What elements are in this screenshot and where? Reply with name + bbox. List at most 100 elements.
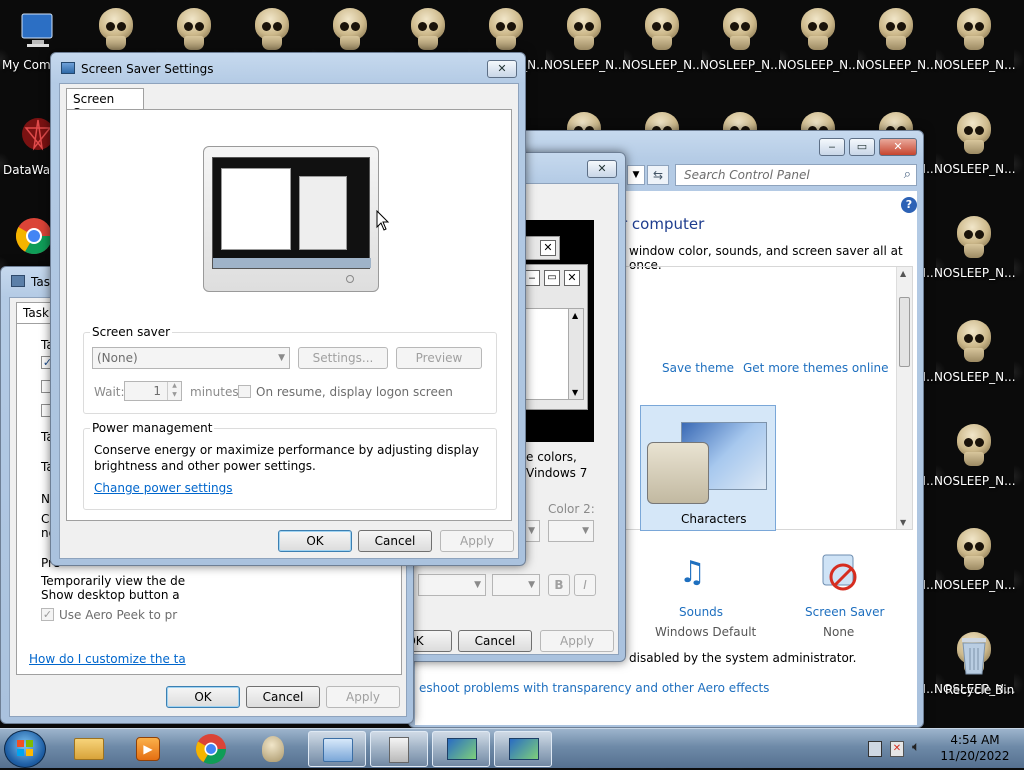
help-icon[interactable]: ? — [901, 197, 917, 213]
desktop-icon-label: NOSLEEP_N... — [934, 266, 1016, 280]
skull-icon — [954, 528, 994, 574]
more-themes-link[interactable]: Get more themes online — [743, 361, 889, 375]
font-color-dropdown[interactable]: ▼ — [492, 574, 540, 596]
close-icon: ✕ — [540, 240, 556, 256]
skull-icon — [954, 424, 994, 470]
screen-saver-dropdown[interactable]: (None) ▼ — [92, 347, 290, 369]
bold-button[interactable]: B — [548, 574, 570, 596]
apply-button[interactable]: Apply — [540, 630, 614, 652]
minimize-button[interactable]: ‒ — [819, 138, 845, 156]
screen-saver-group: Screen saver (None) ▼ Settings... Preview… — [83, 325, 497, 414]
address-dropdown[interactable]: ▼ — [627, 165, 645, 185]
screen-saver-icon — [819, 551, 863, 595]
datawag-icon[interactable] — [14, 114, 54, 158]
close-icon: ✕ — [564, 270, 580, 286]
disabled-notice: disabled by the system administrator. — [629, 651, 857, 665]
mouse-cursor — [376, 209, 390, 232]
sounds-link[interactable]: Sounds — [679, 605, 723, 619]
maximize-icon: ▭ — [544, 270, 560, 286]
media-player-icon: ▶ — [136, 737, 160, 761]
maximize-button[interactable]: ▭ — [849, 138, 875, 156]
screen-saver-settings-window: Screen Saver Settings ✕ Screen Saver Scr… — [50, 52, 526, 566]
change-power-settings-link[interactable]: Change power settings — [94, 481, 233, 495]
chrome-icon — [15, 218, 53, 255]
skull-icon — [954, 216, 994, 262]
cancel-button[interactable]: Cancel — [358, 530, 432, 552]
aero-peek-label: Use Aero Peek to pr — [59, 608, 178, 622]
tab-screen-saver[interactable]: Screen Saver — [66, 88, 144, 120]
chrome-desktop-icon[interactable] — [14, 216, 54, 256]
group-label: Screen saver — [90, 325, 173, 339]
ok-button[interactable]: OK — [278, 530, 352, 552]
cp-heading: r computer — [621, 215, 705, 233]
skull-icon — [174, 8, 214, 54]
skull-icon — [408, 8, 448, 54]
desktop-icon-label: NOSLEEP_N... — [856, 58, 938, 72]
wait-label: Wait: — [94, 385, 125, 399]
preview-scrollbar: ▲ ▼ — [568, 308, 584, 400]
taskbar-control-panel[interactable] — [308, 731, 366, 767]
taskbar-chrome[interactable] — [182, 731, 240, 767]
screen-saver-link[interactable]: Screen Saver — [805, 605, 884, 619]
spin-up-button[interactable]: ▲ — [167, 382, 181, 391]
color-desc-text: Vindows 7 — [526, 466, 588, 480]
theme-item-characters[interactable]: Characters — [640, 405, 776, 531]
taskbar-display-settings[interactable] — [432, 731, 490, 767]
desktop-icon-label: NOSLEEP_N... — [934, 58, 1016, 72]
close-button[interactable]: ✕ — [587, 160, 617, 178]
close-button[interactable]: ✕ — [487, 60, 517, 78]
desktop-icon-label: NOSLEEP_N... — [544, 58, 626, 72]
taskbar-explorer[interactable] — [60, 731, 118, 767]
preview-button[interactable]: Preview — [396, 347, 482, 369]
network-icon[interactable] — [868, 741, 882, 757]
screen-saver-value: None — [823, 625, 855, 639]
start-button[interactable] — [4, 730, 46, 768]
power-management-group: Power management Conserve energy or maxi… — [83, 421, 497, 510]
resume-checkbox[interactable] — [238, 385, 251, 398]
checkbox-checked[interactable]: ✓ — [41, 608, 54, 621]
window-app-icon — [11, 275, 25, 287]
spin-down-button[interactable]: ▼ — [167, 391, 181, 400]
monitor-icon — [21, 13, 53, 47]
close-button[interactable]: ✕ — [879, 138, 917, 156]
cancel-button[interactable]: Cancel — [458, 630, 532, 652]
action-center-icon[interactable]: ✕ — [890, 741, 904, 757]
wait-stepper[interactable]: 1 ▲ ▼ — [124, 381, 182, 401]
cancel-button[interactable]: Cancel — [246, 686, 320, 708]
taskbar-media-player[interactable]: ▶ — [120, 731, 178, 767]
window-app-icon — [61, 62, 75, 74]
taskbar-taskbar-properties[interactable] — [370, 731, 428, 767]
trash-icon — [962, 638, 986, 675]
computer-icon[interactable] — [18, 10, 60, 52]
taskbar-screen-saver[interactable] — [494, 731, 552, 767]
skull-icon — [876, 8, 916, 54]
refresh-button[interactable]: ⇆ — [647, 165, 669, 185]
help-link[interactable]: How do I customize the ta — [29, 652, 186, 666]
star-icon — [22, 118, 54, 151]
desktop-icon-label: NOSLEEP_N... — [934, 474, 1016, 488]
clock-time[interactable]: 4:54 AM — [940, 733, 1010, 747]
taskbar-skull-app[interactable] — [244, 731, 302, 767]
color2-dropdown[interactable]: ▼ — [548, 520, 594, 542]
volume-icon[interactable]: 🔈︎ — [912, 739, 930, 757]
apply-button[interactable]: Apply — [440, 530, 514, 552]
skull-icon — [96, 8, 136, 54]
font-size-dropdown[interactable]: ▼ — [418, 574, 486, 596]
label: Show desktop button a — [41, 588, 180, 602]
desktop-icon-label: NOSLEEP_N... — [778, 58, 860, 72]
windows-logo-icon — [17, 740, 33, 756]
control-panel-icon — [323, 738, 353, 762]
italic-button[interactable]: I — [574, 574, 596, 596]
ok-button[interactable]: OK — [166, 686, 240, 708]
themes-scrollbar[interactable]: ▲ ▼ — [896, 267, 912, 529]
recycle-bin-icon[interactable] — [954, 630, 994, 678]
search-input[interactable]: Search Control Panel ⌕ — [675, 164, 917, 186]
settings-button[interactable]: Settings... — [298, 347, 388, 369]
troubleshoot-link[interactable]: eshoot problems with transparency and ot… — [419, 681, 769, 695]
save-theme-link[interactable]: Save theme — [662, 361, 734, 375]
screen-saver-client: Screen Saver Screen saver (None)▼ Settin… — [59, 83, 519, 559]
apply-button[interactable]: Apply — [326, 686, 400, 708]
clock-date[interactable]: 11/20/2022 — [940, 749, 1010, 763]
resume-label: On resume, display logon screen — [256, 385, 453, 399]
desktop-icon-label: Recycle Bin — [945, 683, 1015, 697]
